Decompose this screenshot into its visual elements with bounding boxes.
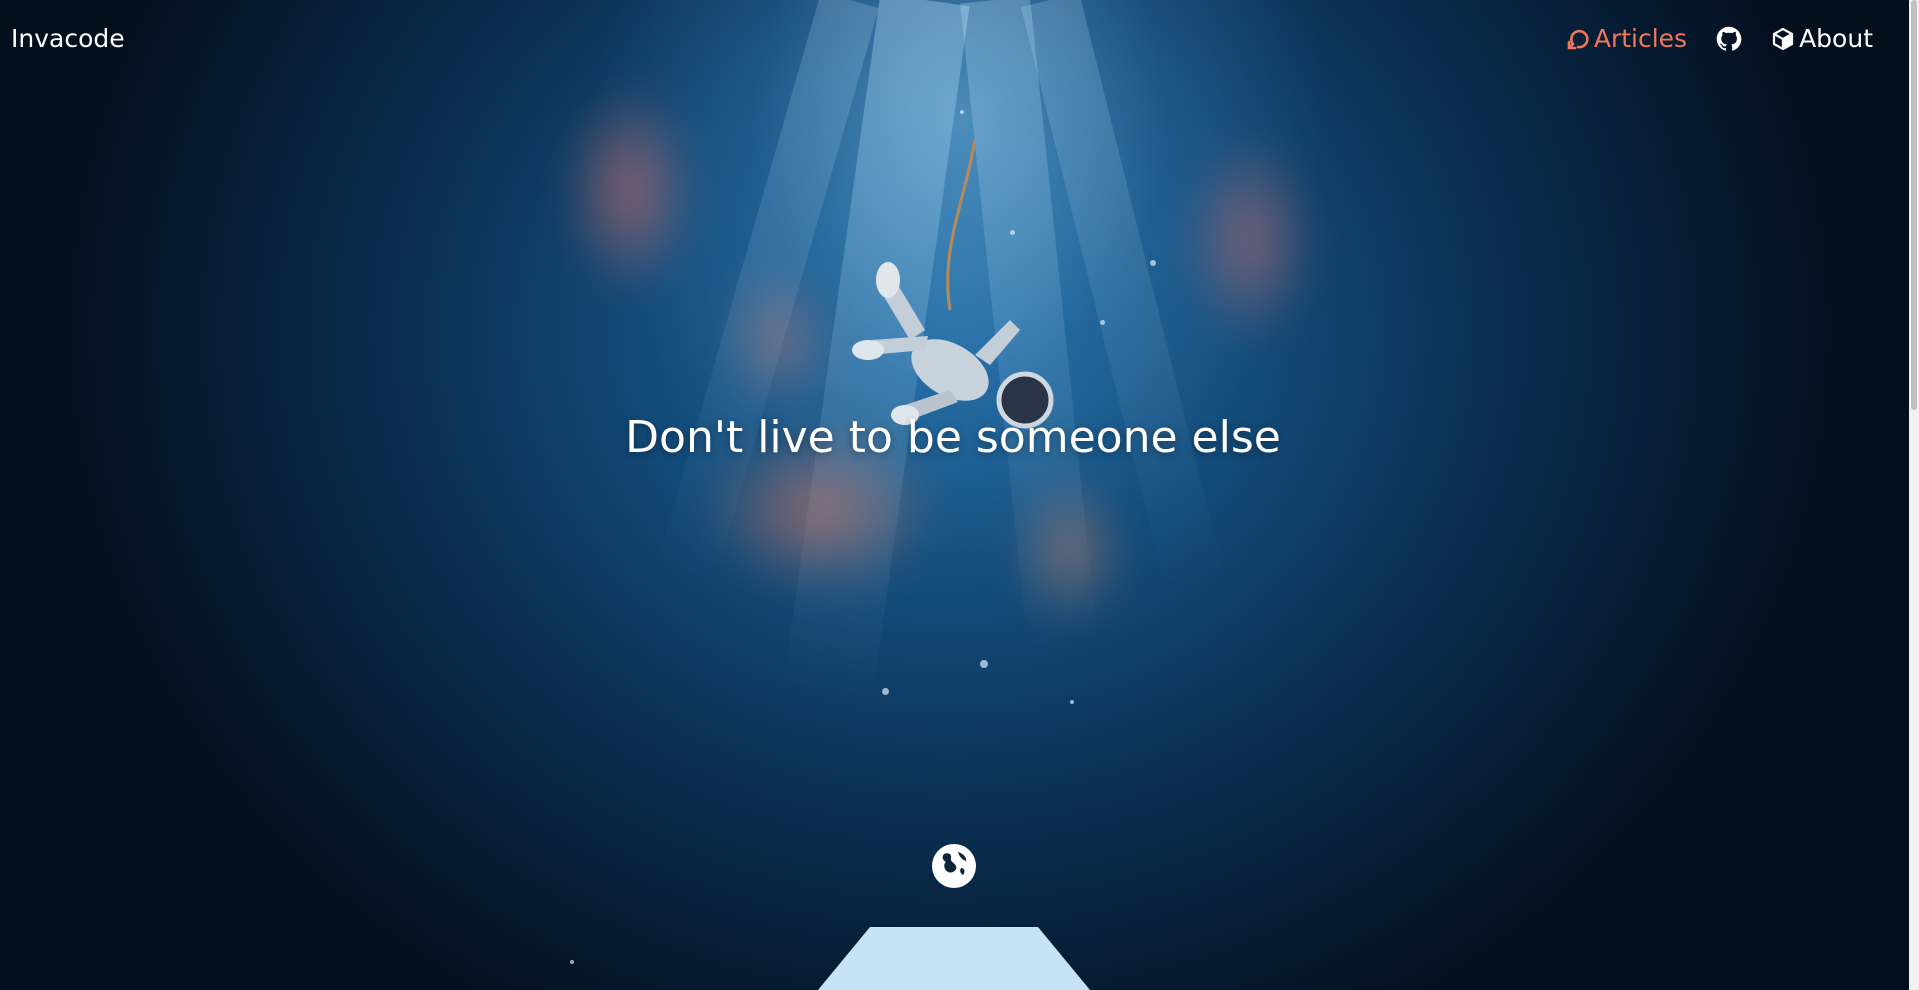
scrollbar-thumb[interactable] — [1911, 0, 1917, 410]
main-nav: Articles About — [1566, 24, 1873, 53]
nebula-cloud — [1180, 130, 1320, 350]
refresh-icon — [1566, 27, 1590, 51]
nav-about-label: About — [1799, 24, 1873, 53]
nebula-cloud — [560, 80, 700, 300]
github-icon — [1715, 25, 1743, 53]
bubble — [980, 660, 988, 668]
cube-icon — [1771, 27, 1795, 51]
bubble — [960, 110, 964, 114]
nav-articles[interactable]: Articles — [1566, 24, 1687, 53]
nav-github[interactable] — [1715, 25, 1743, 53]
bubble — [1150, 260, 1156, 266]
bubble — [1100, 320, 1105, 325]
bottom-tab — [818, 927, 1090, 990]
scrollbar[interactable] — [1909, 0, 1919, 990]
brand-logo[interactable]: Invacode — [11, 24, 125, 53]
hero-headline: Don't live to be someone else — [625, 412, 1281, 463]
globe-icon — [934, 844, 974, 888]
bubble — [570, 960, 574, 964]
nav-articles-label: Articles — [1593, 24, 1688, 53]
nav-about[interactable]: About — [1771, 24, 1873, 53]
page: Invacode Articles About Don't live to be… — [0, 0, 1919, 990]
nebula-cloud — [1010, 470, 1130, 630]
bubble — [882, 688, 889, 695]
globe-button[interactable] — [932, 844, 976, 888]
bubble — [1070, 700, 1074, 704]
